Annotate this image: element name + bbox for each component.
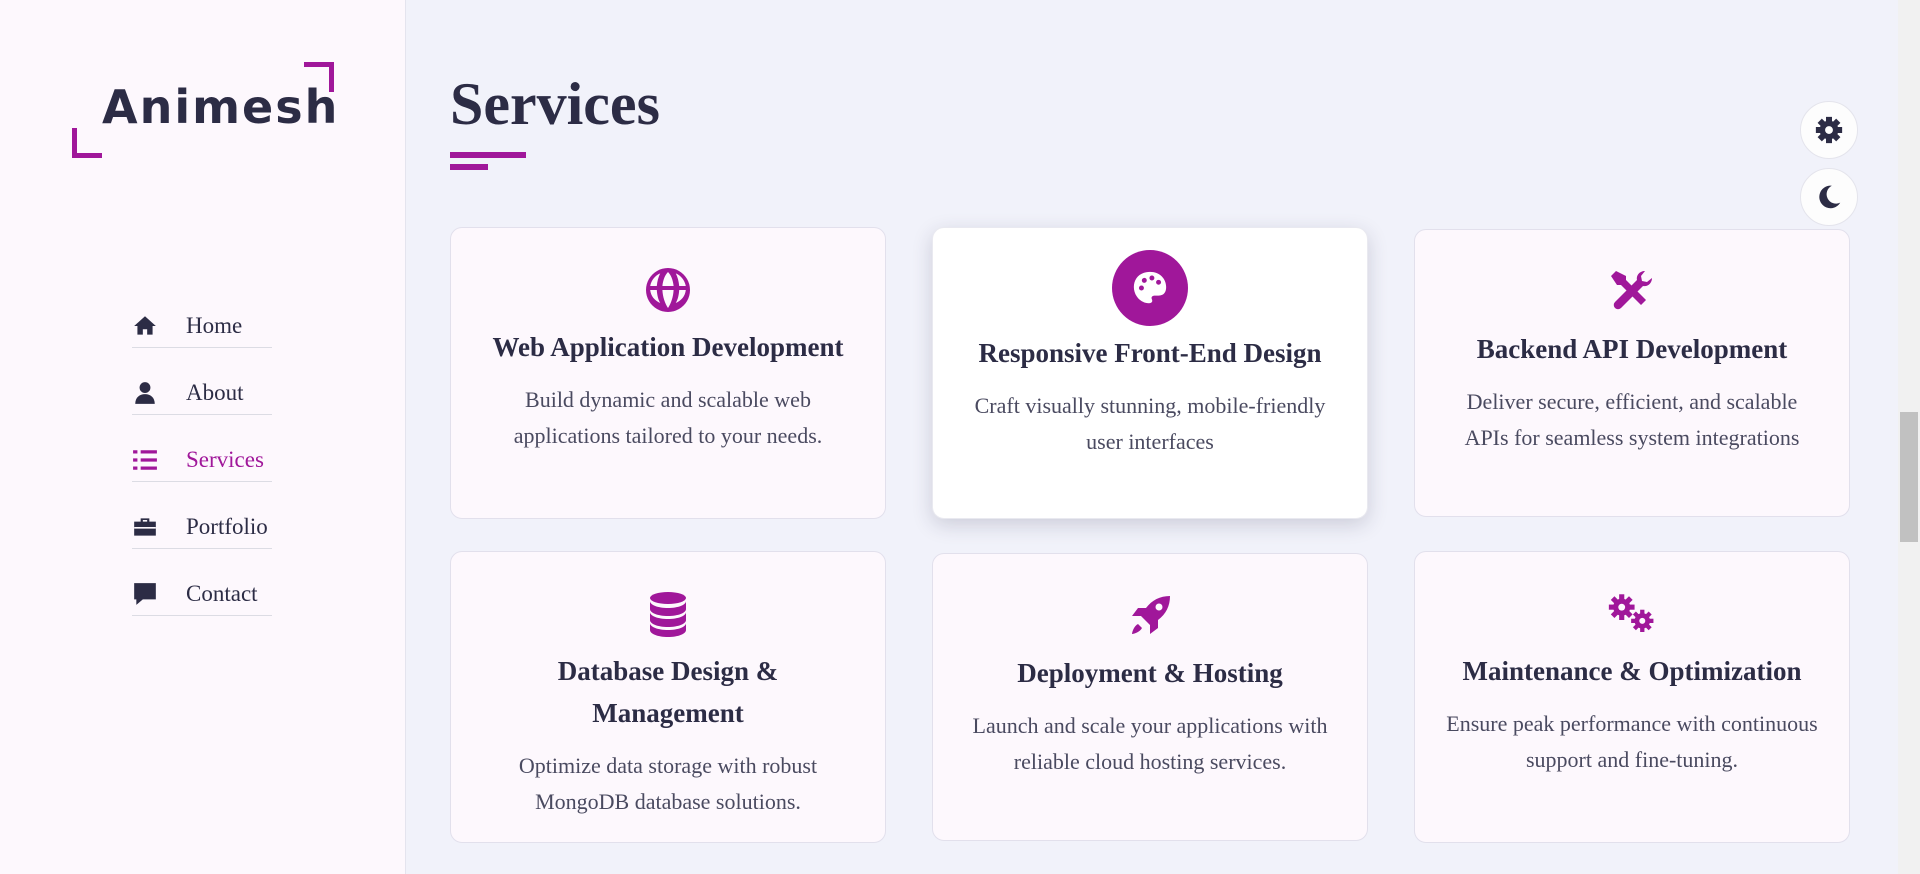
nav-item-portfolio[interactable]: Portfolio <box>132 505 272 549</box>
globe-icon <box>481 264 855 316</box>
service-card-title: Database Design & Management <box>557 656 779 728</box>
service-card-description: Launch and scale your applications with … <box>972 713 1328 774</box>
service-card-description: Deliver secure, efficient, and scalable … <box>1464 389 1800 450</box>
service-card-frontend[interactable]: Responsive Front-End Design Craft visual… <box>932 227 1368 519</box>
page-title: Services <box>450 71 660 137</box>
logo-corner-bottom-left <box>72 128 102 158</box>
service-card-description: Ensure peak performance with continuous … <box>1446 711 1818 772</box>
nav-item-label: About <box>186 379 244 405</box>
nav-item-label: Home <box>186 312 243 338</box>
title-underline-short <box>450 164 488 170</box>
moon-icon <box>1814 182 1844 212</box>
home-icon <box>132 312 160 340</box>
palette-icon-wrapper <box>963 250 1337 326</box>
gear-icon <box>1814 115 1844 145</box>
database-icon <box>481 588 855 640</box>
nav-item-home[interactable]: Home <box>132 304 272 348</box>
gears-icon <box>1445 588 1819 640</box>
service-card-web-app[interactable]: Web Application Development Build dynami… <box>450 227 886 519</box>
service-card-description: Craft visually stunning, mobile-friendly… <box>974 393 1326 454</box>
service-card-title: Deployment & Hosting <box>1017 658 1283 688</box>
logo-text: Animesh <box>102 80 340 134</box>
palette-icon <box>1112 250 1188 326</box>
nav-item-label: Portfolio <box>186 513 268 539</box>
service-card-maintenance[interactable]: Maintenance & Optimization Ensure peak p… <box>1414 551 1850 843</box>
tools-icon <box>1445 266 1819 318</box>
title-underline <box>450 152 526 158</box>
service-card-deployment[interactable]: Deployment & Hosting Launch and scale yo… <box>932 553 1368 841</box>
nav-item-services[interactable]: Services <box>132 438 272 482</box>
briefcase-icon <box>132 513 160 541</box>
scrollbar-thumb[interactable] <box>1900 412 1918 542</box>
chat-icon <box>132 580 160 608</box>
user-icon <box>132 379 160 407</box>
theme-toggle-button[interactable] <box>1800 168 1858 226</box>
scrollbar[interactable] <box>1898 0 1920 874</box>
sidebar-nav: Home About Services Portfolio Contact <box>132 304 272 639</box>
service-card-title: Web Application Development <box>492 332 844 362</box>
settings-button[interactable] <box>1800 101 1858 159</box>
nav-item-label: Contact <box>186 580 258 606</box>
sidebar: Animesh Home About Services Portfolio Co… <box>0 0 406 874</box>
service-card-description: Optimize data storage with robust MongoD… <box>518 753 818 814</box>
service-card-title: Maintenance & Optimization <box>1462 656 1802 686</box>
service-card-title: Backend API Development <box>1476 334 1788 364</box>
rocket-icon <box>963 590 1337 642</box>
service-card-database[interactable]: Database Design & Management Optimize da… <box>450 551 886 843</box>
service-card-description: Build dynamic and scalable web applicati… <box>513 387 823 448</box>
service-card-title: Responsive Front-End Design <box>978 338 1322 368</box>
service-card-backend-api[interactable]: Backend API Development Deliver secure, … <box>1414 229 1850 517</box>
nav-item-label: Services <box>186 446 264 472</box>
nav-item-contact[interactable]: Contact <box>132 572 272 616</box>
list-icon <box>132 446 160 474</box>
nav-item-about[interactable]: About <box>132 371 272 415</box>
logo[interactable]: Animesh <box>72 60 337 158</box>
